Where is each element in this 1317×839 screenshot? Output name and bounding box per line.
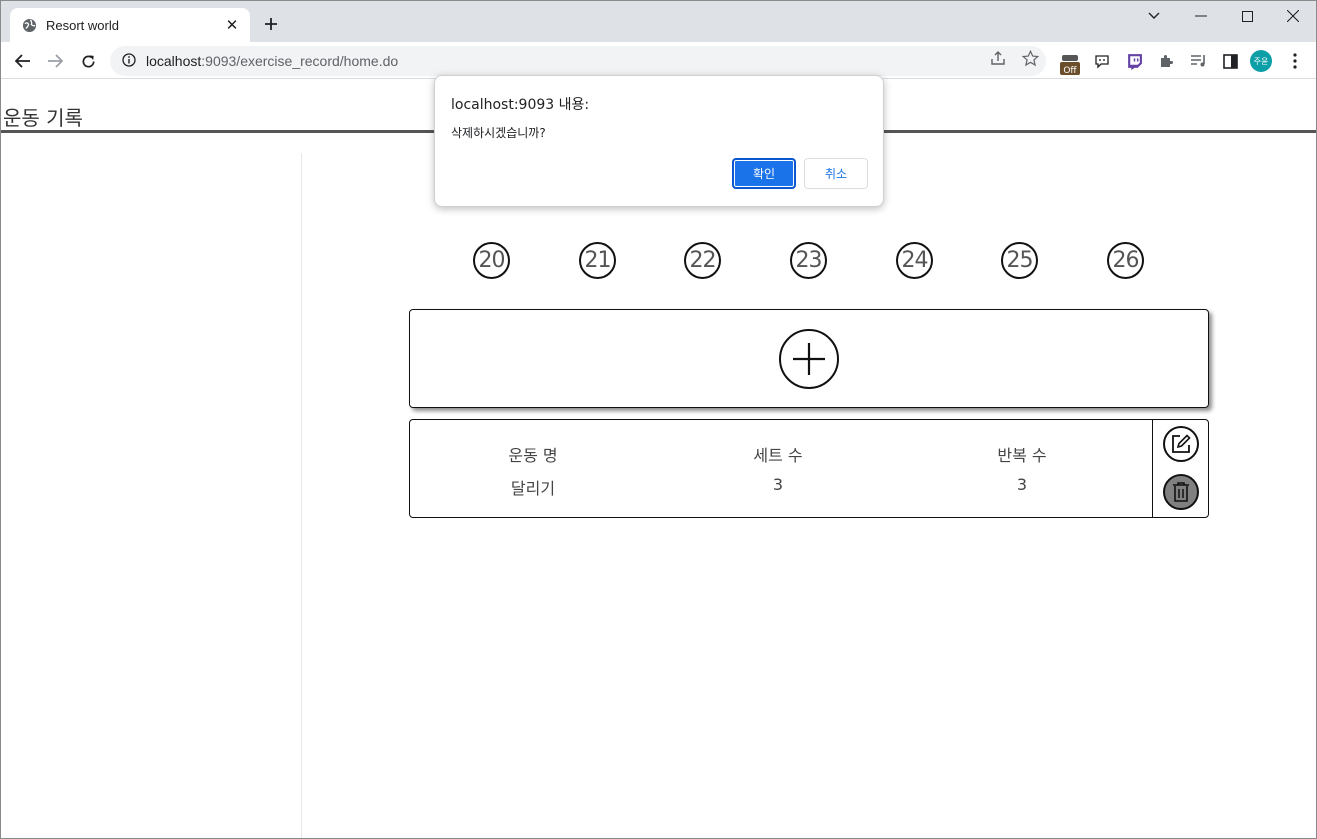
record-actions [1152,420,1209,517]
share-icon[interactable] [989,49,1007,67]
day-button[interactable]: 20 [473,242,510,279]
column-label-exercise-name: 운동 명 [508,446,558,465]
trash-icon [1173,482,1189,502]
tab-search-icon[interactable] [1143,5,1165,27]
svg-text:Off: Off [1063,66,1077,76]
new-tab-button[interactable] [259,12,283,36]
info-icon[interactable] [122,52,136,71]
edit-record-button[interactable] [1163,426,1199,462]
exercise-name-value: 달리기 [510,479,556,498]
tab-title: Resort world [46,17,119,33]
column-label-reps: 반복 수 [997,446,1047,465]
day-button[interactable]: 23 [790,242,827,279]
side-panel-icon[interactable] [1220,51,1240,71]
chat-extension-icon[interactable] [1092,51,1112,71]
address-bar[interactable]: localhost:9093/exercise_record/home.do [110,46,1046,76]
column-label-sets: 세트 수 [753,446,803,465]
edit-icon [1172,434,1191,453]
add-record-button[interactable] [779,329,839,389]
close-window-icon[interactable] [1282,5,1304,27]
exercise-record-card: 운동 명 세트 수 반복 수 달리기 3 3 [409,419,1209,518]
day-button[interactable]: 26 [1107,242,1144,279]
extensions-puzzle-icon[interactable] [1156,51,1176,71]
url-text: localhost:9093/exercise_record/home.do [146,53,399,69]
browser-toolbar: localhost:9093/exercise_record/home.do O… [1,42,1316,79]
sets-value: 3 [772,475,784,494]
sidebar-divider [301,153,302,838]
menu-kebab-icon[interactable] [1285,51,1305,71]
confirm-dialog: localhost:9093 내용: 삭제하시겠습니까? 확인 취소 [434,75,884,207]
maximize-icon[interactable] [1236,5,1258,27]
back-icon[interactable] [11,49,35,73]
day-button[interactable]: 22 [684,242,721,279]
page-title: 운동 기록 [3,106,83,130]
reps-value: 3 [1016,475,1028,494]
day-button[interactable]: 21 [579,242,616,279]
add-record-card [409,309,1209,408]
day-button[interactable]: 25 [1001,242,1038,279]
globe-icon [22,18,37,33]
confirm-cancel-button[interactable]: 취소 [804,158,868,189]
extension-off-icon[interactable]: Off [1059,54,1081,76]
minimize-icon[interactable] [1190,5,1212,27]
dialog-title: localhost:9093 내용: [451,97,590,113]
tab-strip: Resort world ✕ [1,1,1316,42]
plus-icon [793,343,825,375]
tab-resort-world[interactable]: Resort world ✕ [10,8,250,42]
browser-window: Resort world ✕ localhost:9093/exercise_r… [0,0,1317,839]
day-button[interactable]: 24 [896,242,933,279]
confirm-ok-button[interactable]: 확인 [732,158,796,189]
profile-avatar[interactable]: 주윤 [1250,50,1272,72]
bookmark-star-icon[interactable] [1021,49,1039,67]
dialog-message: 삭제하시겠습니까? [451,126,546,140]
reload-icon[interactable] [76,49,100,73]
twitch-extension-icon[interactable] [1124,51,1144,71]
forward-icon[interactable] [43,49,67,73]
media-control-icon[interactable] [1188,51,1208,71]
close-tab-icon[interactable]: ✕ [224,16,240,34]
delete-record-button[interactable] [1163,474,1199,510]
